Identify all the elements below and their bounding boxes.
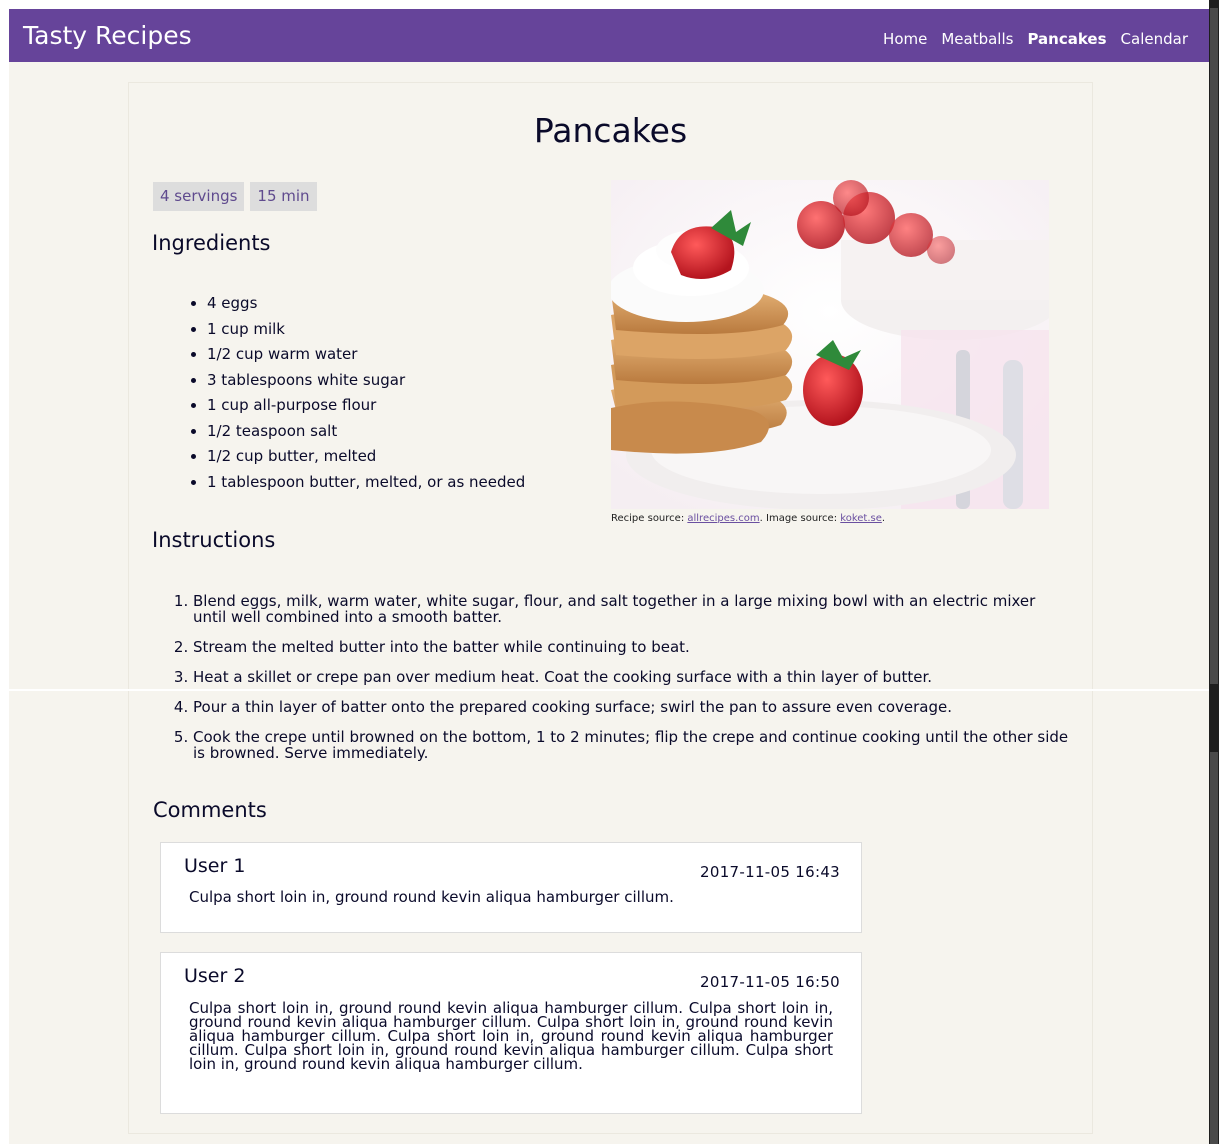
recipe-card: Pancakes 4 servings 15 min Ingredients 4… bbox=[128, 82, 1093, 1134]
list-item: 1 tablespoon butter, melted, or as neede… bbox=[207, 470, 525, 496]
time-badge: 15 min bbox=[250, 182, 317, 211]
list-item: 4 eggs bbox=[207, 291, 525, 317]
image-source-label: . Image source: bbox=[759, 513, 841, 524]
comment-card: User 2 2017-11-05 16:50 Culpa short loin… bbox=[160, 952, 862, 1114]
list-item: 3 tablespoons white sugar bbox=[207, 368, 525, 394]
koket-link[interactable]: koket.se bbox=[840, 513, 882, 524]
comments-heading: Comments bbox=[153, 798, 267, 822]
list-item: 1 cup milk bbox=[207, 317, 525, 343]
comment-card: User 1 2017-11-05 16:43 Culpa short loin… bbox=[160, 842, 862, 933]
list-item: Blend eggs, milk, warm water, white suga… bbox=[193, 593, 1073, 625]
nav-pancakes-link[interactable]: Pancakes bbox=[1027, 30, 1106, 48]
list-item: Stream the melted butter into the batter… bbox=[193, 639, 1073, 655]
scrollbar-thumb[interactable] bbox=[1210, 8, 1218, 684]
scrollbar-thumb[interactable] bbox=[1210, 752, 1218, 1144]
list-item: 1/2 teaspoon salt bbox=[207, 419, 525, 445]
comment-user: User 1 bbox=[184, 855, 246, 877]
pancakes-photo bbox=[611, 180, 1049, 509]
ingredients-heading: Ingredients bbox=[152, 231, 271, 255]
page-title: Pancakes bbox=[533, 111, 688, 150]
servings-badge: 4 servings bbox=[153, 182, 245, 211]
recipe-source-label: Recipe source: bbox=[611, 513, 688, 524]
list-item: 1/2 cup butter, melted bbox=[207, 444, 525, 470]
nav-calendar-link[interactable]: Calendar bbox=[1121, 30, 1188, 48]
instructions-list: Blend eggs, milk, warm water, white suga… bbox=[169, 593, 1073, 775]
nav-home-link[interactable]: Home bbox=[883, 30, 927, 48]
list-item: Pour a thin layer of batter onto the pre… bbox=[193, 699, 1073, 715]
comment-timestamp: 2017-11-05 16:43 bbox=[700, 863, 840, 881]
nav-meatballs-link[interactable]: Meatballs bbox=[941, 30, 1013, 48]
navbar: Tasty Recipes Home Meatballs Pancakes Ca… bbox=[9, 9, 1209, 62]
list-item: 1 cup all-purpose flour bbox=[207, 393, 525, 419]
image-caption: Recipe source: allrecipes.com. Image sou… bbox=[611, 513, 885, 524]
nav-links: Home Meatballs Pancakes Calendar bbox=[883, 30, 1188, 48]
divider bbox=[9, 689, 1209, 691]
comment-user: User 2 bbox=[184, 965, 246, 987]
recipe-tags: 4 servings 15 min bbox=[153, 182, 317, 211]
instructions-heading: Instructions bbox=[152, 528, 276, 552]
comment-text: Culpa short loin in, ground round kevin … bbox=[189, 999, 833, 1073]
scrollbar[interactable] bbox=[1209, 0, 1219, 1144]
comment-text: Culpa short loin in, ground round kevin … bbox=[189, 888, 674, 906]
comment-timestamp: 2017-11-05 16:50 bbox=[700, 973, 840, 991]
ingredients-list: 4 eggs 1 cup milk 1/2 cup warm water 3 t… bbox=[185, 291, 525, 495]
brand-title[interactable]: Tasty Recipes bbox=[23, 21, 192, 50]
list-item: Cook the crepe until browned on the bott… bbox=[193, 729, 1073, 761]
allrecipes-link[interactable]: allrecipes.com bbox=[687, 513, 759, 524]
caption-end: . bbox=[881, 513, 886, 524]
list-item: 1/2 cup warm water bbox=[207, 342, 525, 368]
list-item: Heat a skillet or crepe pan over medium … bbox=[193, 669, 1073, 685]
